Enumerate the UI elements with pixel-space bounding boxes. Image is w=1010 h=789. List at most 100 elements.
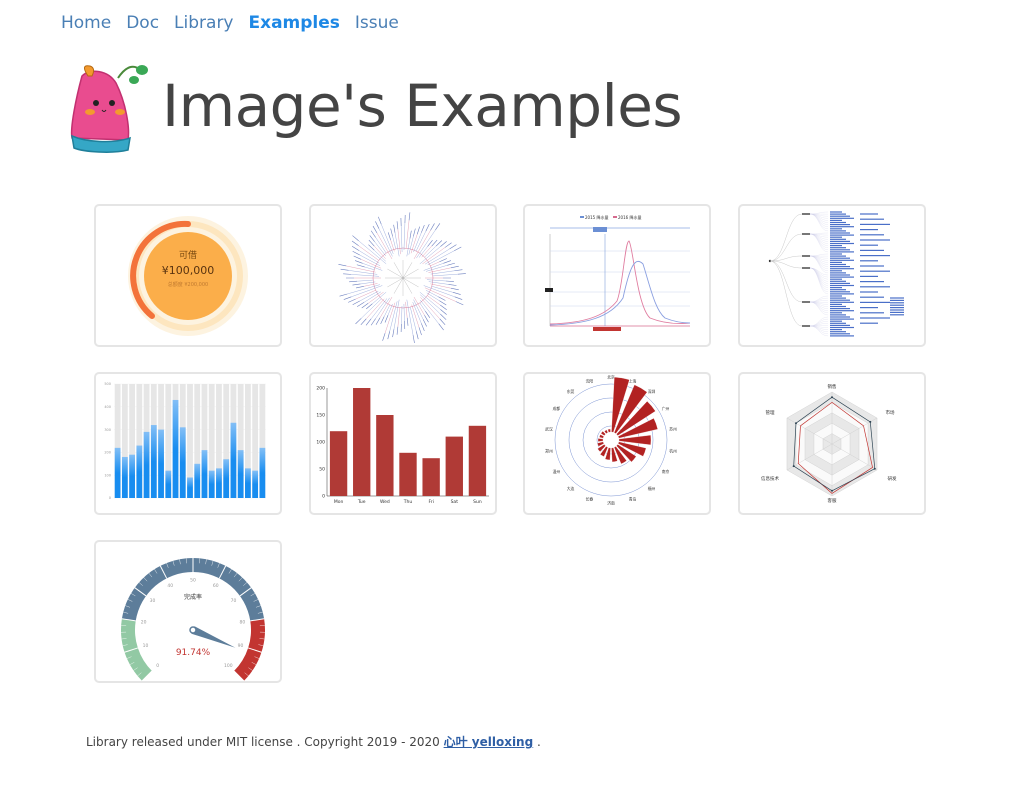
tree-leaf	[830, 253, 842, 255]
radial-leaf	[375, 221, 380, 229]
tree-leaf	[860, 275, 878, 277]
radar-point	[794, 422, 797, 425]
nav-doc[interactable]: Doc	[126, 13, 159, 33]
radial-core	[387, 277, 404, 288]
bar	[129, 454, 135, 498]
polar-label: 济南	[607, 501, 615, 506]
radial-branch	[379, 296, 393, 318]
top-nav: Home Doc Library Examples Issue	[61, 13, 399, 33]
tree-leaf	[830, 333, 850, 335]
tree-leaf	[830, 284, 854, 287]
polar-label: 福州	[648, 486, 656, 491]
tree-leaf	[830, 211, 842, 213]
radial-branch	[375, 297, 390, 319]
radial-leaf	[338, 263, 347, 267]
tree-leaf	[830, 236, 842, 238]
tree-leaf	[830, 326, 854, 329]
radial-leaf	[340, 268, 349, 271]
example-card-line-comparison[interactable]: 2015 降水量 2016 降水量	[523, 204, 711, 347]
example-card-bar-weekly[interactable]: 0 50 100 150 200 Mon Tue Wed Thu Fri Sat Sun	[309, 372, 497, 515]
radial-leaf	[387, 331, 390, 340]
nav-home[interactable]: Home	[61, 13, 111, 33]
gauge-band-low	[121, 618, 152, 681]
tree-link	[809, 301, 829, 313]
radial-leaf	[450, 265, 459, 269]
example-card-gauge[interactable]: 完成率 91.74% 0 10 20 30 40 50 60 70 80 90 100	[94, 540, 282, 683]
radial-leaf	[365, 318, 372, 326]
example-card-gradient-bar[interactable]: 0 100 200 300 400 500	[94, 372, 282, 515]
ring-sub: 总额度 ¥200,000	[168, 281, 208, 288]
tree-leaf	[830, 299, 850, 301]
polar-label: 温州	[553, 469, 561, 474]
example-card-radial-tree[interactable]	[309, 204, 497, 347]
legend-2015: 2015 降水量	[585, 214, 608, 220]
tree-leaf	[830, 261, 842, 263]
tree-leaf	[830, 316, 850, 318]
tree-leaf	[860, 265, 884, 267]
gauge-tick-label: 30	[150, 598, 156, 604]
y-tick-label: 100	[104, 473, 111, 477]
nav-issue[interactable]: Issue	[355, 13, 399, 33]
tree-leaf	[860, 296, 884, 298]
radial-tree-chart	[338, 212, 466, 344]
tree-leaf	[830, 335, 854, 337]
bar	[237, 450, 244, 498]
bar	[136, 445, 143, 498]
example-card-ring-progress[interactable]: 可借 ¥100,000 总额度 ¥200,000	[94, 204, 282, 347]
tree-leaf	[830, 310, 854, 312]
radial-branch	[366, 298, 385, 319]
tree-leaf	[830, 270, 842, 272]
radial-leaf	[412, 335, 415, 344]
radial-leaf	[360, 318, 367, 326]
bar	[172, 399, 179, 498]
tree-leaf	[830, 224, 850, 226]
tree-leaf	[860, 218, 884, 220]
bar	[194, 463, 201, 498]
tree-leaf	[830, 219, 842, 221]
radial-leaf	[438, 296, 446, 301]
page-title: Image's Examples	[162, 71, 683, 140]
radial-leaf	[457, 273, 466, 275]
example-card-radar[interactable]: 销售 市场 研发 客服 信息技术 管理	[738, 372, 926, 515]
radial-leaf	[424, 315, 429, 323]
example-card-tree-diagram[interactable]	[738, 204, 926, 347]
radial-branch	[406, 299, 414, 336]
tree-leaf	[830, 314, 846, 316]
example-card-polar-bar[interactable]: 北京 上海 深圳 广州 苏州 杭州 南京 福州 青岛 济南 长春 大连 温州 郑州 武汉 成都 东莞 沈阳	[523, 372, 711, 515]
gauge-needle-pivot	[189, 626, 197, 634]
footer-author-link[interactable]: 心叶 yelloxing	[444, 735, 534, 749]
tree-leaf	[830, 268, 854, 270]
y-tick-label: 0	[322, 494, 325, 500]
radial-core	[387, 268, 404, 279]
x-tick-label: Tue	[357, 499, 366, 505]
gauge-value: 91.74%	[176, 648, 211, 658]
tree-leaf	[830, 255, 846, 257]
bar	[230, 422, 237, 498]
tree-leaf	[830, 232, 850, 234]
tree-leaf	[830, 287, 842, 289]
tree-link	[809, 233, 829, 250]
radial-leaf	[452, 292, 461, 295]
radial-branch	[419, 292, 441, 310]
tree-leaf	[830, 322, 846, 324]
ring-label: 可借	[179, 249, 197, 261]
tree-leaf	[860, 312, 884, 314]
gauge-chart: 完成率 91.74% 0 10 20 30 40 50 60 70 80 90 100	[121, 558, 265, 681]
nav-library[interactable]: Library	[174, 13, 233, 33]
radial-leaf	[352, 283, 361, 286]
y-tick-label: 50	[319, 467, 325, 473]
radial-leaf	[377, 216, 382, 225]
tree-leaf	[830, 297, 846, 299]
radial-branch	[413, 296, 425, 316]
tree-link	[809, 267, 829, 295]
polar-bar	[604, 429, 609, 434]
radial-branch	[360, 281, 376, 285]
tree-node	[802, 325, 810, 327]
nav-examples[interactable]: Examples	[249, 13, 340, 33]
gauge-tick-label: 100	[224, 663, 233, 669]
polar-label: 沈阳	[586, 378, 594, 383]
radial-leaf	[421, 225, 425, 233]
polar-label: 苏州	[669, 427, 677, 432]
polar-label: 上海	[629, 378, 637, 383]
radial-leaf	[416, 226, 420, 235]
